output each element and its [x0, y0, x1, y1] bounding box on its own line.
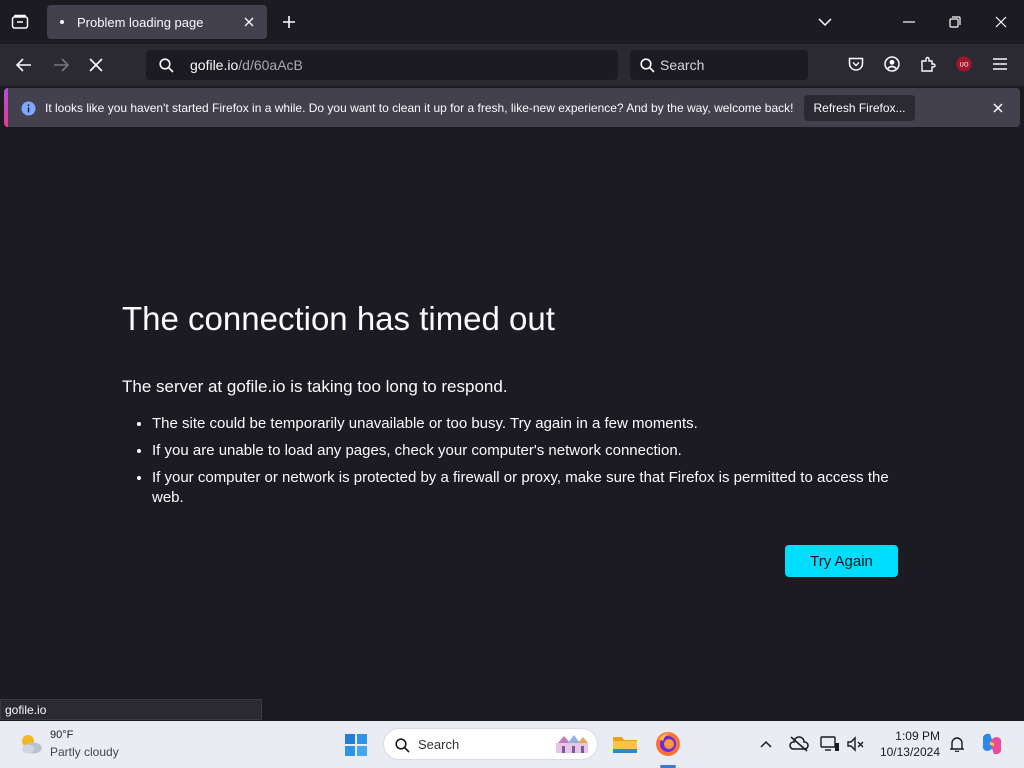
url-path: /d/60aAcB [238, 57, 303, 73]
weather-icon[interactable] [16, 730, 46, 758]
url-bar[interactable]: gofile.io/d/60aAcB [146, 50, 618, 80]
clock-date[interactable]: 10/13/2024 [870, 745, 940, 759]
refresh-firefox-button[interactable]: Refresh Firefox... [804, 95, 915, 121]
taskbar-search[interactable]: Search [383, 728, 598, 760]
svg-text:UO: UO [959, 62, 968, 69]
menu-icon[interactable] [990, 54, 1010, 74]
new-tab-icon[interactable] [280, 13, 298, 31]
notification-accent [4, 88, 8, 127]
url-text: gofile.io/d/60aAcB [190, 57, 303, 73]
taskbar-search-label: Search [418, 737, 460, 752]
info-icon [20, 100, 36, 116]
weather-description: Partly cloudy [50, 745, 119, 759]
account-icon[interactable] [882, 54, 902, 74]
firefox-icon[interactable] [654, 730, 682, 758]
tab-title: Problem loading page [77, 15, 204, 30]
search-bar[interactable]: Search [630, 50, 808, 80]
search-icon [157, 56, 175, 74]
extensions-icon[interactable] [918, 54, 938, 74]
notification-bell-icon[interactable] [947, 734, 967, 754]
minimize-icon[interactable] [900, 14, 918, 30]
tab-overflow-icon[interactable] [816, 14, 834, 30]
search-icon [393, 736, 411, 754]
close-tab-icon[interactable] [241, 14, 257, 30]
network-icon[interactable] [788, 734, 810, 754]
active-tab[interactable]: Problem loading page [47, 5, 267, 39]
display-icon[interactable] [819, 734, 841, 754]
restore-icon[interactable] [946, 13, 964, 31]
taskbar: 90°F Partly cloudy Search 1:09 PM 10/13/… [0, 721, 1024, 768]
refresh-notification: It looks like you haven't started Firefo… [4, 88, 1020, 127]
pocket-icon[interactable] [846, 54, 866, 74]
status-link: gofile.io [0, 699, 262, 720]
window-close-icon[interactable] [992, 13, 1010, 31]
chevron-up-icon[interactable] [757, 736, 775, 752]
copilot-icon[interactable] [978, 730, 1006, 758]
stop-loading-icon[interactable] [86, 55, 106, 75]
url-host: gofile.io [190, 57, 239, 73]
close-icon[interactable] [990, 100, 1006, 116]
try-again-button[interactable]: Try Again [785, 545, 898, 577]
volume-icon[interactable] [845, 734, 867, 754]
suggestion-item: The site could be temporarily unavailabl… [152, 414, 912, 434]
back-icon[interactable] [14, 55, 34, 75]
suggestion-item: If you are unable to load any pages, che… [152, 441, 912, 461]
error-subtitle: The server at gofile.io is taking too lo… [122, 377, 508, 396]
error-suggestions: The site could be temporarily unavailabl… [134, 414, 912, 515]
weather-temperature: 90°F [50, 729, 74, 741]
error-title: The connection has timed out [122, 300, 555, 337]
clock-time[interactable]: 1:09 PM [880, 729, 940, 743]
tab-loading-icon [60, 20, 64, 24]
tab-strip: Problem loading page [0, 0, 1024, 44]
forward-icon[interactable] [51, 55, 71, 75]
file-explorer-icon[interactable] [611, 731, 639, 757]
notification-text: It looks like you haven't started Firefo… [45, 101, 794, 115]
search-icon [638, 56, 656, 74]
ublock-icon[interactable]: UO [954, 54, 974, 74]
list-all-tabs-icon[interactable] [8, 11, 32, 33]
suggestion-item: If your computer or network is protected… [152, 468, 912, 508]
search-highlight-icon [550, 732, 594, 756]
search-placeholder: Search [660, 57, 705, 73]
windows-start-icon[interactable] [343, 733, 369, 757]
